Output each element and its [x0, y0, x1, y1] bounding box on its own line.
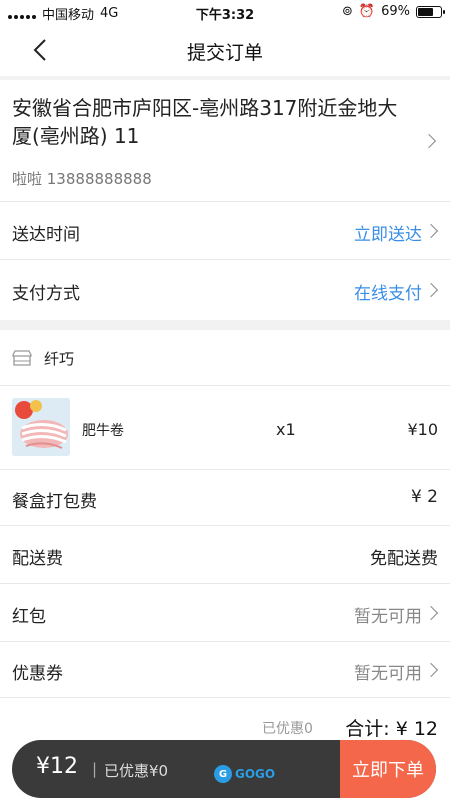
battery-icon	[416, 5, 445, 18]
section-divider	[0, 320, 450, 330]
coupon-label: 优惠券	[12, 664, 63, 684]
page-title: 提交订单	[186, 42, 263, 64]
payment-value: 在线支付	[354, 284, 422, 304]
order-page: 中国移动 4G 下午3:32 ⊚ ⏰ 69% 提交订单 安徽省合肥市庐阳区-亳州…	[0, 0, 450, 800]
watermark-icon: G	[214, 765, 232, 783]
store-icon	[12, 350, 32, 366]
address-contact: 啦啦 13888888888	[12, 170, 152, 188]
delivery-fee-row: 配送费 免配送费	[0, 526, 450, 584]
delivery-fee-value: 免配送费	[370, 549, 438, 569]
delivery-fee-label: 配送费	[12, 549, 63, 569]
summary-total: 合计: ¥ 12	[345, 718, 438, 740]
payment-row[interactable]: 支付方式 在线支付	[0, 260, 450, 320]
red-packet-row[interactable]: 红包 暂无可用	[0, 584, 450, 642]
packing-fee-row: 餐盒打包费 ¥ 2	[0, 470, 450, 526]
summary-discount: 已优惠0	[262, 721, 313, 737]
delivery-time-value: 立即送达	[354, 225, 422, 245]
chevron-right-icon	[423, 282, 439, 298]
nav-bar: 提交订单	[0, 24, 450, 76]
packing-fee-value: ¥ 2	[410, 487, 438, 507]
item-name: 肥牛卷	[82, 423, 124, 439]
rotation-lock-icon: ⊚	[342, 4, 353, 19]
coupon-value: 暂无可用	[354, 664, 422, 684]
address-line: 安徽省合肥市庐阳区-亳州路317附近金地大厦(亳州路) 11	[12, 96, 398, 148]
checkout-separator: |	[92, 760, 98, 778]
item-thumbnail	[12, 398, 70, 456]
packing-fee-label: 餐盒打包费	[12, 492, 97, 512]
red-packet-label: 红包	[12, 607, 46, 627]
status-bar: 中国移动 4G 下午3:32 ⊚ ⏰ 69%	[0, 0, 450, 24]
watermark-text: GOGO	[235, 767, 276, 781]
item-price: ¥10	[407, 420, 438, 439]
alarm-icon: ⏰	[358, 4, 376, 19]
battery-percent: 69%	[381, 4, 410, 19]
delivery-time-row[interactable]: 送达时间 立即送达	[0, 202, 450, 260]
shop-name: 纤巧	[44, 350, 75, 368]
submit-order-button[interactable]: 立即下单	[340, 740, 436, 798]
checkout-discount: 已优惠¥0	[104, 762, 169, 780]
chevron-right-icon	[423, 223, 439, 239]
chevron-right-icon	[423, 605, 439, 621]
delivery-time-label: 送达时间	[12, 225, 80, 245]
payment-label: 支付方式	[12, 284, 80, 304]
chevron-right-icon	[423, 662, 439, 678]
watermark-logo: G GOGO	[214, 764, 275, 784]
item-quantity: x1	[276, 420, 296, 439]
checkout-price: ¥12	[36, 754, 78, 779]
red-packet-value: 暂无可用	[354, 607, 422, 627]
coupon-row[interactable]: 优惠券 暂无可用	[0, 642, 450, 698]
